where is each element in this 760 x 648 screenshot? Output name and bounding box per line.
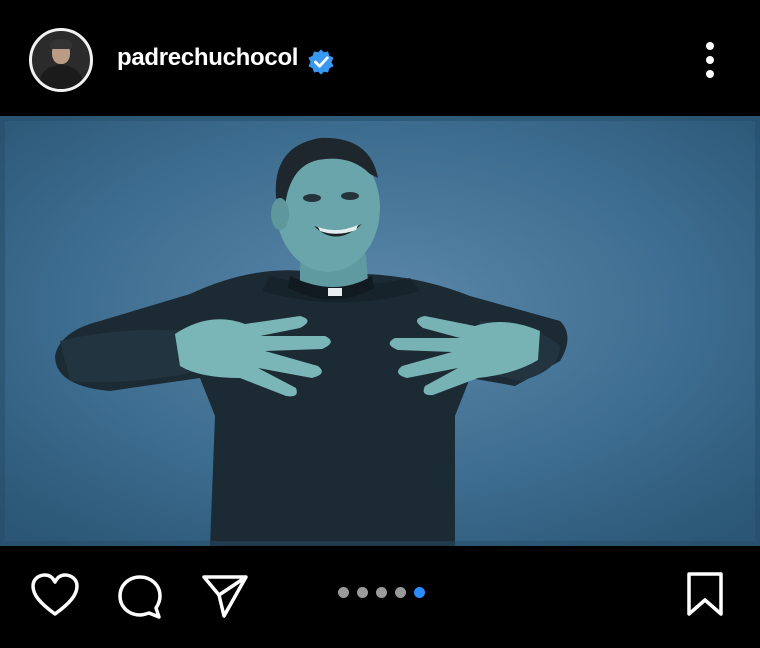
share-icon[interactable] <box>201 573 249 619</box>
carousel-dot <box>376 587 387 598</box>
heart-icon[interactable] <box>30 573 80 619</box>
post-photo[interactable] <box>0 116 760 546</box>
verified-badge-icon <box>308 49 334 75</box>
carousel-dot <box>357 587 368 598</box>
carousel-indicator <box>338 587 425 599</box>
avatar-shoulders <box>40 65 82 89</box>
avatar-hair <box>50 39 72 49</box>
carousel-dot <box>338 587 349 598</box>
username[interactable]: padrechuchocol <box>117 44 298 72</box>
carousel-dot <box>395 587 406 598</box>
avatar[interactable] <box>29 28 93 92</box>
comment-icon[interactable] <box>116 573 164 621</box>
post-header: padrechuchocol <box>0 0 760 116</box>
bookmark-icon[interactable] <box>685 571 725 617</box>
carousel-dot-active <box>414 587 425 598</box>
more-vertical-icon[interactable] <box>696 40 724 80</box>
post-photo-illustration <box>0 116 760 546</box>
